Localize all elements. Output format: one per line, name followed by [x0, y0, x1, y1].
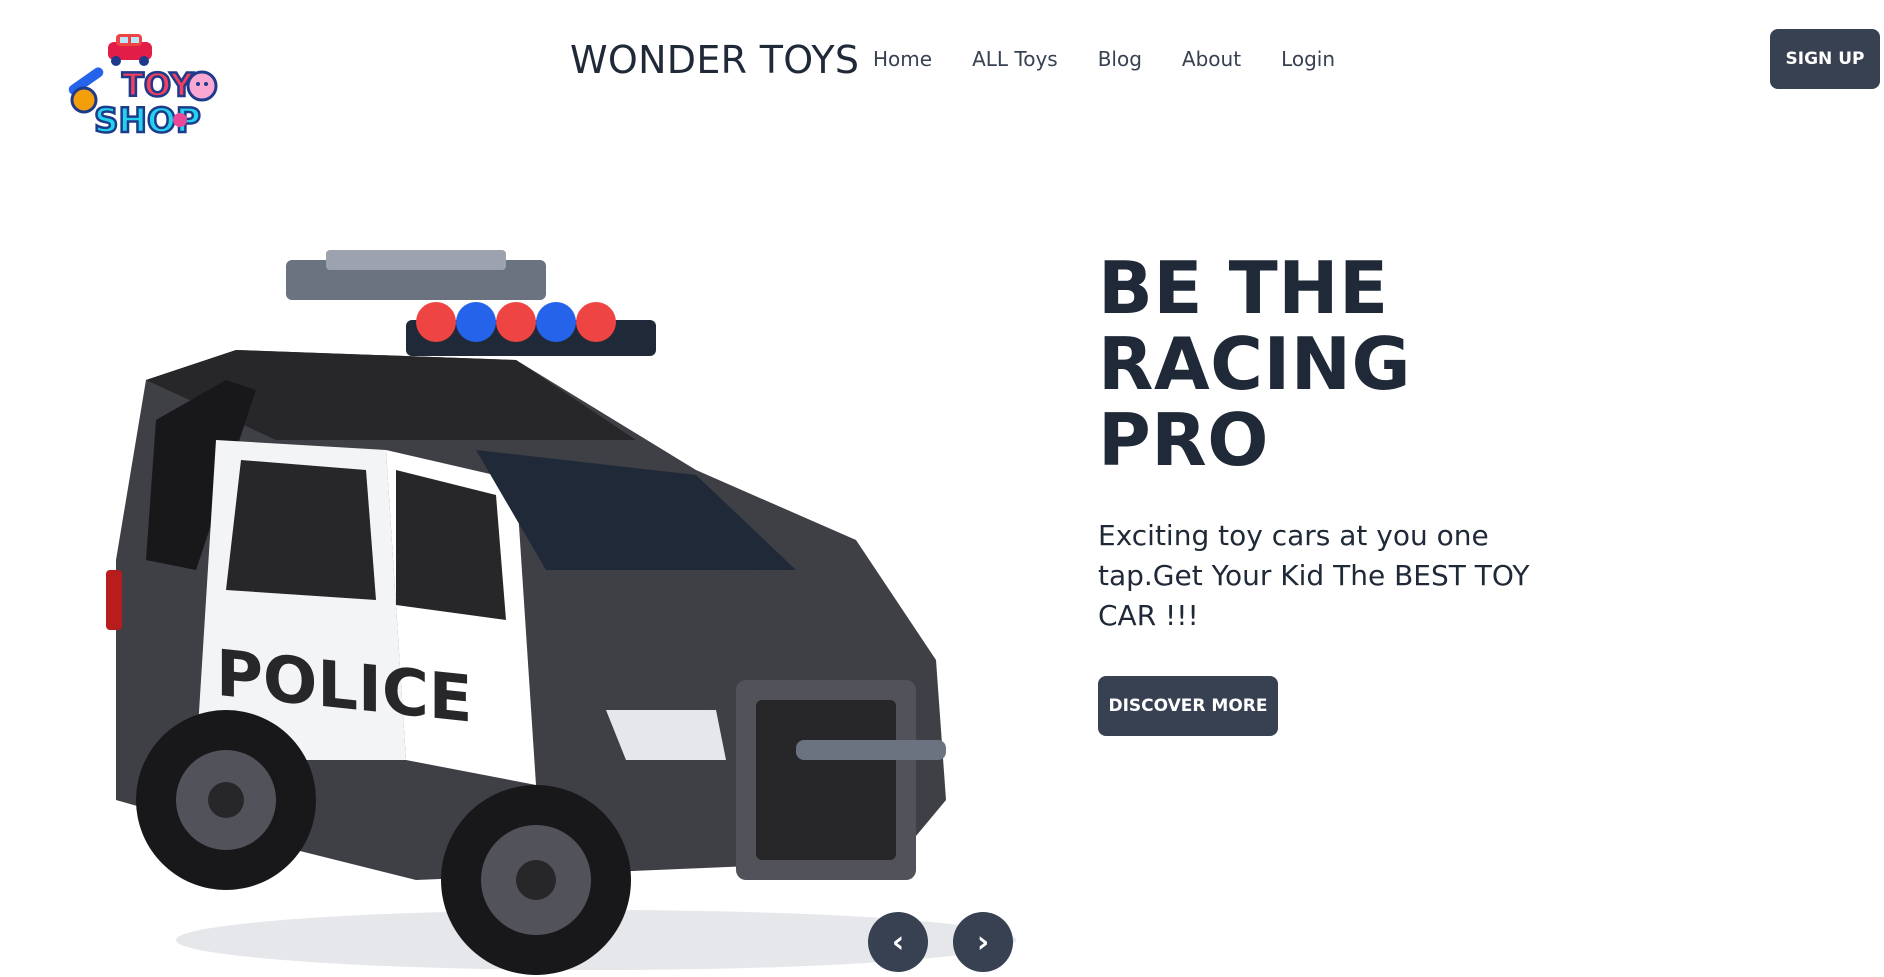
chevron-right-icon: ›: [976, 924, 990, 960]
nav-all-toys-link[interactable]: ALL Toys: [972, 47, 1058, 71]
chevron-left-icon: ‹: [891, 924, 905, 960]
main-nav: Home ALL Toys Blog About Login: [873, 47, 1335, 71]
nav-about-link[interactable]: About: [1182, 47, 1241, 71]
carousel-next-button[interactable]: ›: [953, 912, 1013, 972]
nav-login-link[interactable]: Login: [1281, 47, 1335, 71]
navbar: TOY SHOP SHOP WONDER TOYS Home ALL Toys …: [0, 0, 1884, 142]
nav-home-link[interactable]: Home: [873, 47, 932, 71]
hero-description: Exciting toy cars at you one tap.Get You…: [1098, 519, 1530, 632]
police-car-image-icon: POLICE: [76, 240, 1056, 977]
nav-blog-link[interactable]: Blog: [1098, 47, 1142, 71]
signup-button[interactable]: SIGN UP: [1770, 29, 1880, 89]
hero-text-block: BE THE RACING PRO Exciting toy cars at y…: [1098, 250, 1538, 736]
discover-more-button[interactable]: DISCOVER MORE: [1098, 676, 1278, 736]
brand-name[interactable]: WONDER TOYS: [570, 38, 859, 82]
svg-text:TOY: TOY: [122, 66, 194, 104]
hero-title: BE THE RACING PRO: [1098, 246, 1412, 482]
toy-shop-logo-icon[interactable]: TOY SHOP SHOP: [64, 28, 230, 146]
carousel-prev-button[interactable]: ‹: [868, 912, 928, 972]
